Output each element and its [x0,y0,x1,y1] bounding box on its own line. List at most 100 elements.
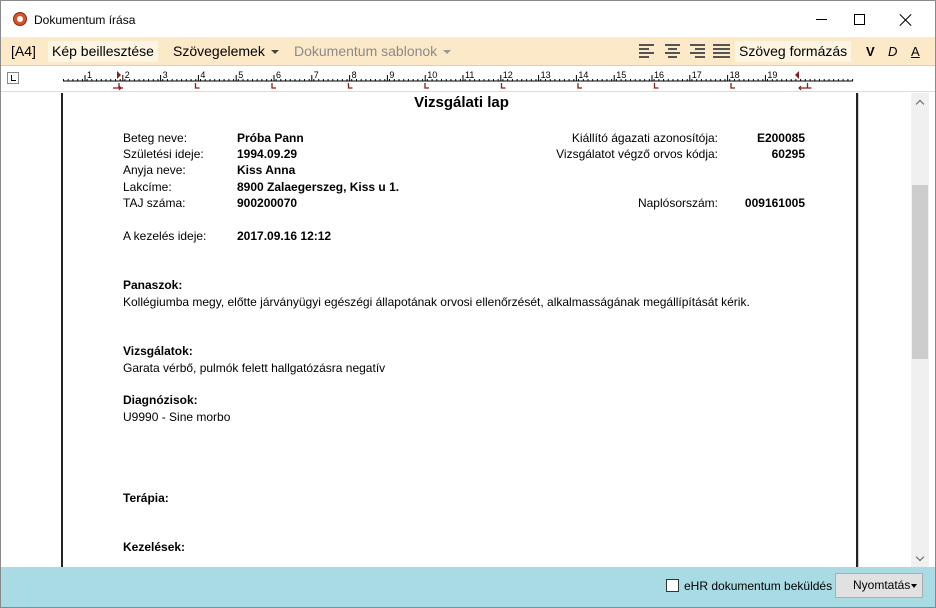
ruler-tick [228,79,230,81]
ruler-tick [705,79,707,81]
taj-value: 900200070 [237,196,298,210]
scroll-up-button[interactable] [911,93,929,110]
ruler-tick [417,79,419,81]
document-title: Vizsgálati lap [414,94,509,111]
format-text-button[interactable]: Szöveg formázás [735,41,852,62]
left-indent-marker[interactable] [117,71,121,79]
templates-dropdown[interactable]: Dokumentum sablonok [290,41,455,62]
tab-stop-marker[interactable] [194,83,200,89]
vertical-scrollbar[interactable] [911,93,929,567]
ruler-tick [105,79,107,81]
close-icon [899,13,912,26]
insert-image-button[interactable]: Kép beillesztése [48,41,158,62]
print-button[interactable]: Nyomtatás [835,573,923,598]
page-size-button[interactable]: [A4] [7,41,40,62]
align-center-icon[interactable] [665,44,681,58]
ruler-tick [176,79,178,81]
ruler-tick [667,79,669,81]
birth-date-label: Születési ideje: [123,147,204,161]
ruler-number: 14 [578,70,588,80]
ehr-submit-checkbox[interactable] [666,579,679,592]
ruler-tick [119,79,121,81]
ruler-tick [644,79,646,81]
ruler[interactable]: 1 2 3 4 5 6 7 8 9 10 11 12 13 14 15 16 17 18 19 [1,67,935,92]
left-margin-marker[interactable] [113,85,122,91]
document-page[interactable]: Vizsgálati lap Beteg neve: Próba Pann Sz… [61,93,858,567]
ruler-tick [852,79,854,81]
ruler-tick [526,79,528,81]
right-indent-marker[interactable] [795,71,799,79]
ruler-tick [535,79,537,81]
ruler-tick [63,79,64,81]
complaints-text: Kollégiumba megy, előtte járványügyi egé… [123,295,750,309]
chevron-down-icon [915,552,925,561]
ruler-tick [96,79,98,81]
bold-button[interactable]: V [862,41,879,62]
ruler-tick [686,79,688,81]
ruler-tick [270,79,272,81]
tab-stop-marker[interactable] [806,83,812,89]
ruler-tick [478,79,480,81]
ruler-tick [247,79,249,81]
diagnoses-heading: Diagnózisok: [123,393,198,407]
text-elements-dropdown[interactable]: Szövegelemek [169,41,283,62]
ruler-tick [554,79,556,81]
tab-stop-marker[interactable] [500,83,506,89]
scrollbar-thumb[interactable] [912,185,928,359]
minimize-icon [815,18,827,20]
treatment-time-label: A kezelés ideje: [123,229,207,243]
ruler-tick [682,79,683,81]
ruler-tick [672,79,674,81]
ehr-submit-label[interactable]: eHR dokumentum beküldés [684,579,832,593]
ruler-tick [450,79,452,81]
ruler-tick [833,79,835,81]
underline-button[interactable]: A [907,41,924,62]
ruler-tick [715,79,717,81]
ruler-tick [110,79,112,81]
ruler-number: 5 [238,70,243,80]
tab-stop-marker[interactable] [653,83,659,89]
scroll-down-button[interactable] [911,550,929,567]
ruler-number: 4 [200,70,205,80]
ruler-tick [72,79,74,81]
ruler-tick [171,79,173,81]
bottom-bar: eHR dokumentum beküldés Nyomtatás [1,567,935,607]
tab-stop-marker[interactable] [577,83,582,89]
align-justify-icon[interactable] [713,44,730,58]
mother-name-label: Anyja neve: [123,163,186,177]
ruler-tick [800,79,802,81]
ruler-tick [148,79,149,81]
tab-stop-marker[interactable] [271,83,276,89]
ruler-tick [601,79,603,81]
toolbar: [A4] Kép beillesztése Szövegelemek Dokum… [1,37,935,66]
ruler-tick [639,79,641,81]
ruler-tick [606,79,608,81]
italic-button[interactable]: D [884,41,901,62]
issuer-id-label: Kiállító ágazati azonosítója: [571,131,718,145]
maximize-button[interactable] [836,1,882,37]
ruler-tick [743,79,745,81]
ruler-tick [842,79,844,81]
ruler-tick [266,79,268,81]
window-title: Dokumentum írása [34,13,136,27]
right-margin-marker[interactable] [798,85,807,91]
tab-stop-marker[interactable] [424,83,429,89]
ruler-tick [823,79,825,81]
ruler-tick [143,79,145,81]
ruler-tick [757,79,759,81]
ruler-tick [157,79,159,81]
close-button[interactable] [882,1,928,37]
align-right-icon[interactable] [690,44,706,58]
ruler-tick [67,79,69,81]
ruler-tick [341,79,343,81]
chevron-up-icon [915,99,925,108]
ruler-tick [752,79,754,81]
tab-stop-marker[interactable] [347,83,353,89]
ruler-tick [819,79,820,81]
document-area[interactable]: Vizsgálati lap Beteg neve: Próba Pann Sz… [1,93,911,567]
tab-stop-marker[interactable] [730,83,735,89]
ruler-tick [181,79,183,81]
ruler-tick [327,79,329,81]
treatments-heading: Kezelések: [123,540,186,554]
align-left-icon[interactable] [639,44,655,58]
